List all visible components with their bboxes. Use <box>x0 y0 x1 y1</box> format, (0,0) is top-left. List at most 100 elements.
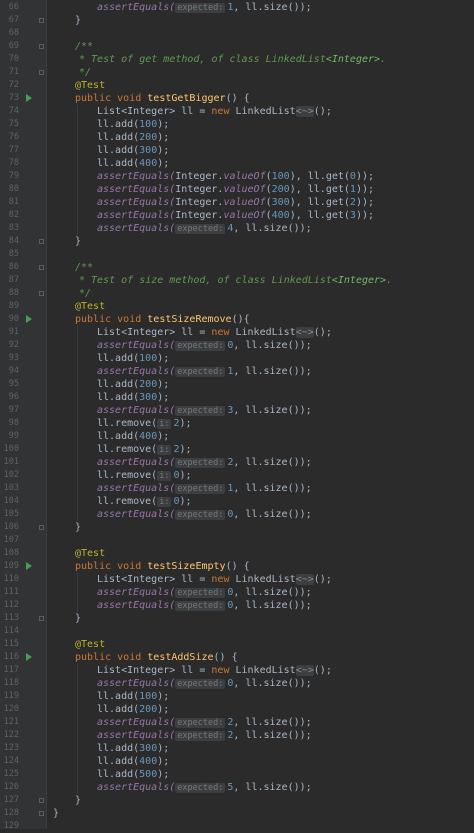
code-line[interactable]: ll.add(200); <box>53 378 474 391</box>
code-line[interactable]: @Test <box>53 547 474 560</box>
code-line[interactable]: ll.add(200); <box>53 703 474 716</box>
code-line[interactable]: assertEquals(expected: 5, ll.size()); <box>53 781 474 794</box>
line-number[interactable]: 128 <box>0 807 19 820</box>
fold-icon[interactable] <box>39 291 44 296</box>
fold-icon[interactable] <box>39 44 44 49</box>
code-line[interactable]: List<Integer> ll = new LinkedList<~>(); <box>53 573 474 586</box>
code-line[interactable]: */ <box>53 66 474 79</box>
line-number[interactable]: 101 <box>0 456 19 469</box>
line-number[interactable]: 86 <box>0 261 19 274</box>
code-line[interactable]: ll.add(100); <box>53 118 474 131</box>
code-line[interactable]: * Test of size method, of class LinkedLi… <box>53 274 474 287</box>
code-line[interactable]: /** <box>53 40 474 53</box>
fold-icon[interactable] <box>39 265 44 270</box>
code-line[interactable]: assertEquals(Integer.valueOf(300), ll.ge… <box>53 196 474 209</box>
line-number[interactable]: 89 <box>0 300 19 313</box>
code-line[interactable]: assertEquals(expected: 0, ll.size()); <box>53 339 474 352</box>
fold-icon[interactable] <box>39 239 44 244</box>
line-number[interactable]: 112 <box>0 599 19 612</box>
line-number[interactable]: 74 <box>0 105 19 118</box>
code-line[interactable]: assertEquals(expected: 2, ll.size()); <box>53 456 474 469</box>
code-line[interactable]: } <box>53 794 474 807</box>
line-number[interactable]: 99 <box>0 430 19 443</box>
code-line[interactable] <box>53 248 474 261</box>
fold-icon[interactable] <box>39 798 44 803</box>
code-line[interactable]: } <box>53 807 474 820</box>
line-number[interactable]: 118 <box>0 677 19 690</box>
code-line[interactable]: @Test <box>53 638 474 651</box>
line-number[interactable]: 108 <box>0 547 19 560</box>
code-line[interactable]: assertEquals(Integer.valueOf(200), ll.ge… <box>53 183 474 196</box>
line-number[interactable]: 115 <box>0 638 19 651</box>
line-number[interactable]: 80 <box>0 183 19 196</box>
line-number[interactable]: 68 <box>0 27 19 40</box>
line-number[interactable]: 69 <box>0 40 19 53</box>
line-number[interactable]: 102 <box>0 469 19 482</box>
line-number[interactable]: 106 <box>0 521 19 534</box>
code-line[interactable]: public void testAddSize() { <box>53 651 474 664</box>
fold-icon[interactable] <box>39 18 44 23</box>
code-line[interactable]: ll.add(400); <box>53 430 474 443</box>
line-number[interactable]: 116 <box>0 651 19 664</box>
line-number[interactable]: 103 <box>0 482 19 495</box>
code-line[interactable]: ll.add(300); <box>53 742 474 755</box>
line-number[interactable]: 77 <box>0 144 19 157</box>
code-line[interactable]: assertEquals(expected: 1, ll.size()); <box>53 365 474 378</box>
line-number[interactable]: 67 <box>0 14 19 27</box>
code-line[interactable]: public void testGetBigger() { <box>53 92 474 105</box>
code-line[interactable]: ll.add(400); <box>53 755 474 768</box>
line-number[interactable]: 122 <box>0 729 19 742</box>
code-line[interactable]: assertEquals(expected: 0, ll.size()); <box>53 508 474 521</box>
run-test-icon[interactable] <box>26 315 32 323</box>
code-line[interactable]: } <box>53 14 474 27</box>
line-number[interactable]: 129 <box>0 820 19 833</box>
code-line[interactable]: ll.add(300); <box>53 391 474 404</box>
code-line[interactable]: } <box>53 235 474 248</box>
fold-icon[interactable] <box>39 616 44 621</box>
code-line[interactable]: assertEquals(expected: 2, ll.size()); <box>53 716 474 729</box>
code-line[interactable] <box>53 534 474 547</box>
code-line[interactable] <box>53 820 474 833</box>
line-number[interactable]: 90 <box>0 313 19 326</box>
code-line[interactable]: ll.add(100); <box>53 352 474 365</box>
code-line[interactable]: ll.add(500); <box>53 768 474 781</box>
line-number[interactable]: 100 <box>0 443 19 456</box>
code-line[interactable] <box>53 27 474 40</box>
run-test-icon[interactable] <box>26 562 32 570</box>
code-line[interactable]: ll.add(100); <box>53 690 474 703</box>
line-number[interactable]: 66 <box>0 1 19 14</box>
line-number[interactable]: 124 <box>0 755 19 768</box>
line-number[interactable]: 114 <box>0 625 19 638</box>
code-line[interactable]: ll.remove(i: 0); <box>53 495 474 508</box>
code-line[interactable]: assertEquals(expected: 0, ll.size()); <box>53 599 474 612</box>
line-number[interactable]: 76 <box>0 131 19 144</box>
line-number[interactable]: 83 <box>0 222 19 235</box>
code-line[interactable]: ll.remove(i: 0); <box>53 469 474 482</box>
line-number[interactable]: 91 <box>0 326 19 339</box>
line-number[interactable]: 120 <box>0 703 19 716</box>
line-number[interactable]: 105 <box>0 508 19 521</box>
line-number[interactable]: 127 <box>0 794 19 807</box>
line-number[interactable]: 78 <box>0 157 19 170</box>
line-number[interactable]: 94 <box>0 365 19 378</box>
run-test-icon[interactable] <box>26 653 32 661</box>
line-number[interactable]: 81 <box>0 196 19 209</box>
code-line[interactable]: assertEquals(expected: 0, ll.size()); <box>53 677 474 690</box>
code-line[interactable] <box>53 625 474 638</box>
code-line[interactable]: List<Integer> ll = new LinkedList<~>(); <box>53 326 474 339</box>
code-line[interactable]: assertEquals(Integer.valueOf(400), ll.ge… <box>53 209 474 222</box>
line-number[interactable]: 119 <box>0 690 19 703</box>
line-number[interactable]: 117 <box>0 664 19 677</box>
line-number[interactable]: 93 <box>0 352 19 365</box>
code-line[interactable]: assertEquals(expected: 3, ll.size()); <box>53 404 474 417</box>
line-number[interactable]: 107 <box>0 534 19 547</box>
line-number[interactable]: 121 <box>0 716 19 729</box>
code-line[interactable]: assertEquals(expected: 1, ll.size()); <box>53 482 474 495</box>
code-line[interactable]: ll.add(300); <box>53 144 474 157</box>
line-number[interactable]: 70 <box>0 53 19 66</box>
code-line[interactable]: assertEquals(expected: 2, ll.size()); <box>53 729 474 742</box>
code-line[interactable]: assertEquals(expected: 1, ll.size()); <box>53 1 474 14</box>
code-editor[interactable]: 66 assertEquals(expected: 1, ll.size()); 67… <box>0 0 474 831</box>
line-number[interactable]: 126 <box>0 781 19 794</box>
code-line[interactable]: assertEquals(Integer.valueOf(100), ll.ge… <box>53 170 474 183</box>
